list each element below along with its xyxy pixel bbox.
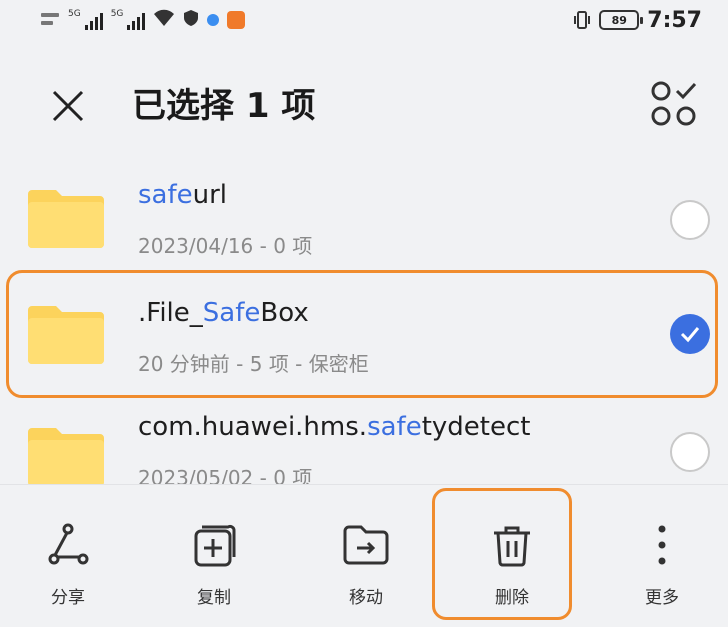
folder-icon (28, 428, 104, 486)
more-icon (658, 525, 666, 565)
status-left: 5G 5G (40, 6, 246, 34)
move-label: 移动 (349, 588, 383, 608)
file-meta: 2023/04/16 - 0 项 (138, 234, 313, 258)
checkmark-icon (680, 327, 700, 343)
move-icon (343, 525, 389, 565)
share-button[interactable]: 分享 (8, 503, 128, 613)
select-checkbox[interactable] (670, 200, 710, 240)
select-all-icon (651, 81, 697, 126)
clock: 7:57 (647, 7, 702, 33)
move-button[interactable]: 移动 (306, 503, 426, 613)
more-label: 更多 (645, 588, 679, 608)
select-checkbox[interactable] (670, 432, 710, 472)
folder-icon (28, 190, 104, 248)
list-item[interactable]: safeurl 2023/04/16 - 0 项 (0, 158, 728, 274)
folder-icon (28, 306, 104, 364)
file-meta: 20 分钟前 - 5 项 - 保密柜 (138, 352, 369, 376)
selection-header: 已选择 1 项 (0, 60, 728, 150)
shield-icon (183, 9, 199, 31)
wifi-icon (153, 9, 175, 31)
share-icon (48, 523, 89, 565)
signal-sim1-icon: 5G (68, 10, 103, 30)
file-name: safeurl (138, 180, 228, 210)
file-name: .File_SafeBox (138, 298, 309, 328)
app-badge-icon (227, 11, 246, 29)
copy-button[interactable]: 复制 (154, 503, 274, 613)
copy-icon (194, 524, 236, 567)
close-button[interactable] (42, 80, 94, 132)
select-all-button[interactable] (644, 74, 704, 134)
close-icon (52, 90, 84, 122)
signal-sim2-icon: 5G (111, 10, 146, 30)
battery-icon: 89 (599, 10, 644, 30)
delete-highlight-frame (432, 488, 572, 620)
share-label: 分享 (51, 588, 85, 608)
status-bar: 5G 5G 89 7:57 (0, 0, 728, 40)
select-checkbox-checked[interactable] (670, 314, 710, 354)
copy-label: 复制 (197, 588, 231, 608)
more-button[interactable]: 更多 (602, 503, 722, 613)
bottom-action-bar: 分享 复制 移动 删除 更多 (0, 484, 728, 627)
app-dot-icon (207, 14, 220, 26)
notification-icon (40, 11, 60, 29)
vibrate-icon (573, 10, 591, 30)
page-title: 已选择 1 项 (132, 86, 316, 126)
file-name: com.huawei.hms.safetydetect (138, 412, 531, 442)
list-item-selected[interactable]: .File_SafeBox 20 分钟前 - 5 项 - 保密柜 (0, 266, 728, 398)
status-right: 89 7:57 (573, 6, 702, 34)
selection-highlight-frame (6, 270, 718, 398)
